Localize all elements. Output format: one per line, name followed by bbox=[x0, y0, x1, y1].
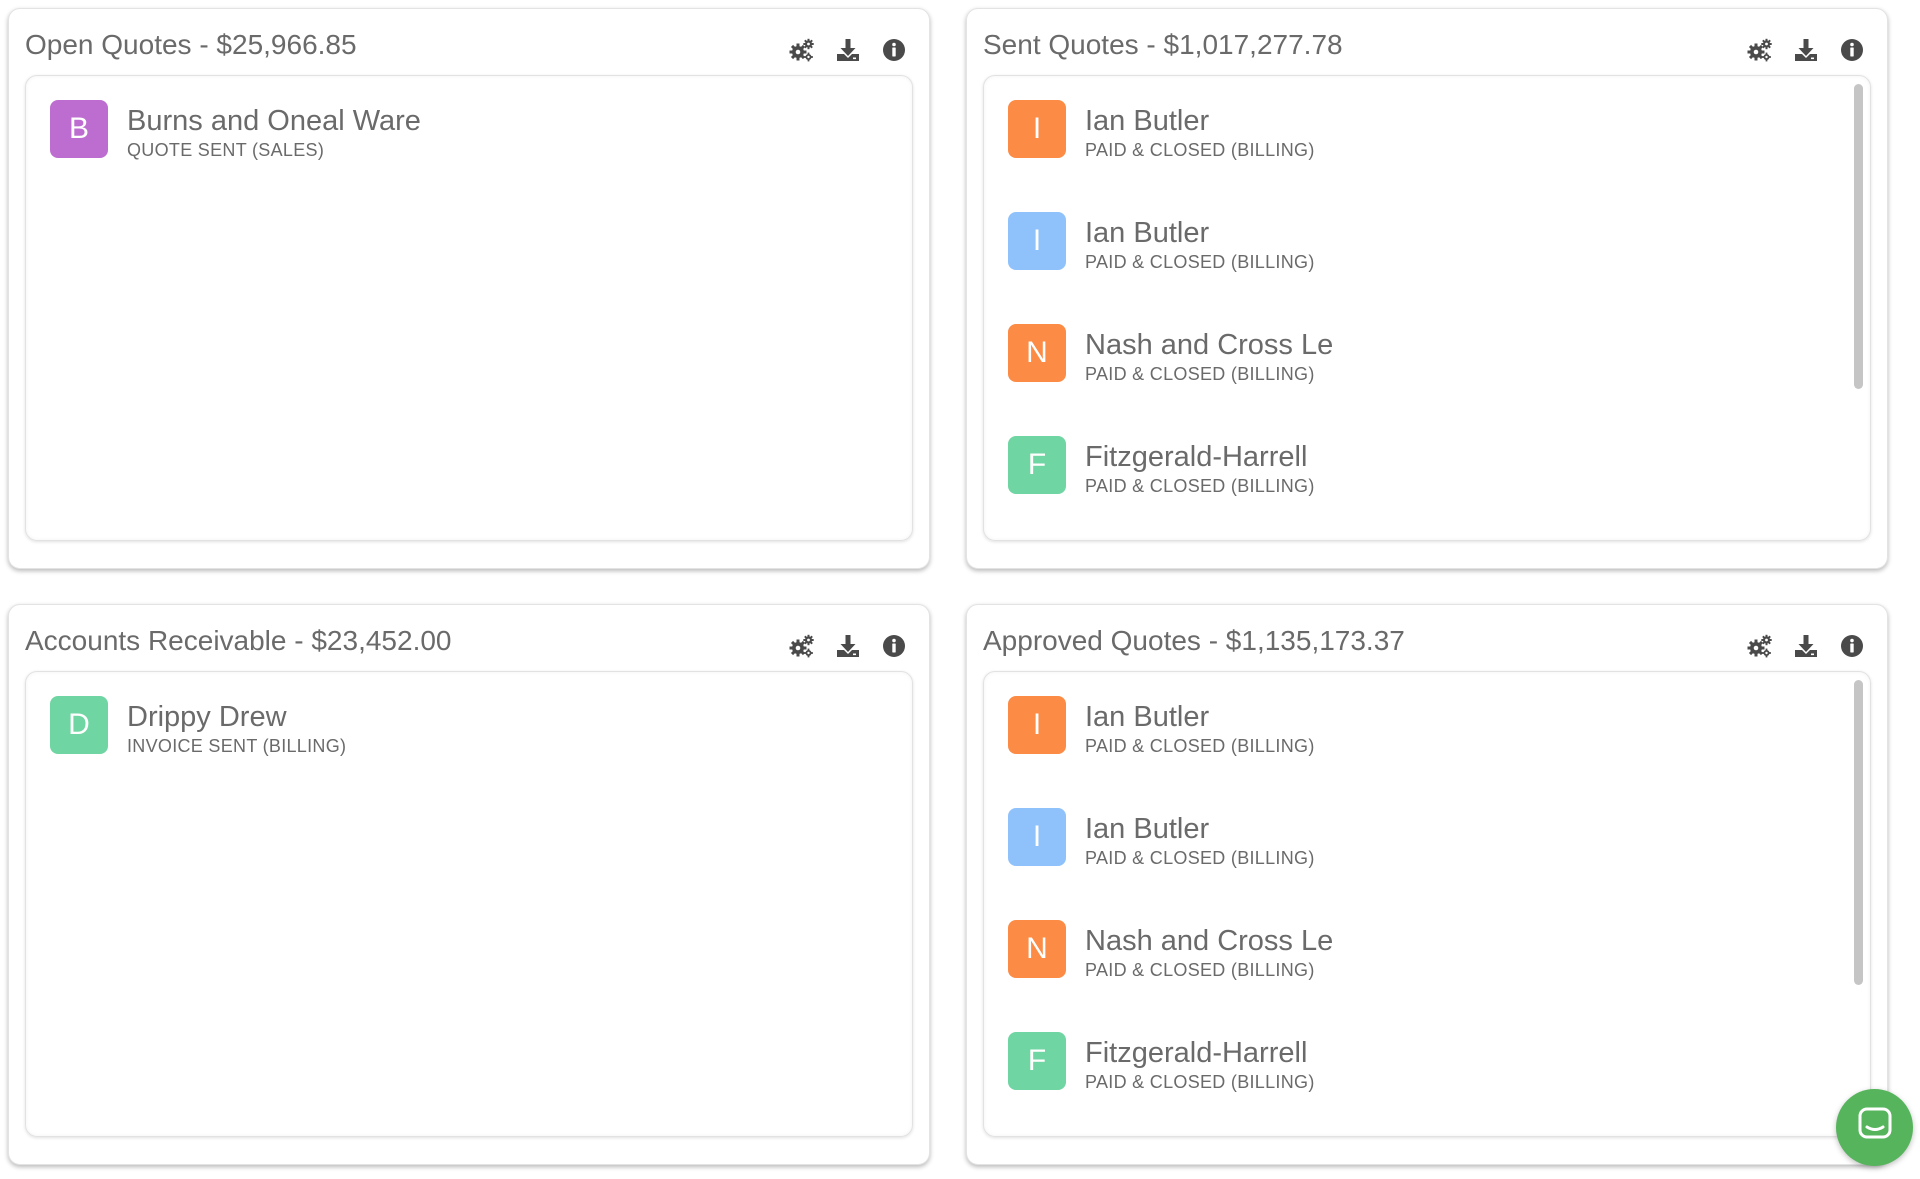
chat-icon bbox=[1855, 1105, 1895, 1150]
status-label: PAID & CLOSED (BILLING) bbox=[1085, 960, 1315, 980]
gears-icon[interactable] bbox=[1747, 633, 1773, 659]
avatar: B bbox=[50, 100, 108, 158]
quote-list: I Ian Butler PAID & CLOSED (BILLING) I I… bbox=[1008, 696, 1840, 1136]
gears-icon[interactable] bbox=[1747, 37, 1773, 63]
panel-header: Sent Quotes - $1,017,277.78 bbox=[983, 9, 1871, 75]
list-item[interactable]: I Ian Butler PAID & CLOSED (BILLING) bbox=[1008, 100, 1840, 212]
list-item-text: Ian Butler PAID & CLOSED (BILLING) bbox=[1085, 212, 1315, 274]
panel-tools bbox=[789, 633, 907, 659]
status-label: PAID & CLOSED (BILLING) bbox=[1085, 476, 1315, 496]
client-name: Ian Butler bbox=[1085, 701, 1210, 733]
panel-tools bbox=[789, 37, 907, 63]
panel-tools bbox=[1747, 633, 1865, 659]
gears-icon[interactable] bbox=[789, 633, 815, 659]
panel-list-box: I Ian Butler PAID & CLOSED (BILLING) I I… bbox=[983, 75, 1871, 541]
list-item[interactable]: I Ian Butler PAID & CLOSED (BILLING) bbox=[1008, 212, 1840, 324]
client-name: Fitzgerald-Harrell bbox=[1085, 441, 1308, 473]
quote-list: B Burns and Oneal Ware QUOTE SENT (SALES… bbox=[50, 100, 882, 212]
client-name: Burns and Oneal Ware bbox=[127, 105, 421, 137]
client-name: Ian Butler bbox=[1085, 105, 1210, 137]
client-name: Ian Butler bbox=[1085, 813, 1210, 845]
panel-header: Approved Quotes - $1,135,173.37 bbox=[983, 605, 1871, 671]
list-item[interactable]: N Nash and Cross Le PAID & CLOSED (BILLI… bbox=[1008, 920, 1840, 1032]
list-item-text: Nash and Cross Le PAID & CLOSED (BILLING… bbox=[1085, 920, 1333, 982]
client-name: Ian Butler bbox=[1085, 217, 1210, 249]
status-label: PAID & CLOSED (BILLING) bbox=[1085, 736, 1315, 756]
info-icon[interactable] bbox=[881, 633, 907, 659]
avatar: F bbox=[1008, 1032, 1066, 1090]
avatar: D bbox=[50, 696, 108, 754]
status-label: QUOTE SENT (SALES) bbox=[127, 140, 325, 160]
quote-list: I Ian Butler PAID & CLOSED (BILLING) I I… bbox=[1008, 100, 1840, 540]
invoice-list: D Drippy Drew INVOICE SENT (BILLING) bbox=[50, 696, 882, 808]
status-label: INVOICE SENT (BILLING) bbox=[127, 736, 347, 756]
panel-title: Sent Quotes - $1,017,277.78 bbox=[983, 29, 1343, 60]
list-item-text: Fitzgerald-Harrell PAID & CLOSED (BILLIN… bbox=[1085, 1032, 1315, 1094]
panel-tools bbox=[1747, 37, 1865, 63]
avatar: F bbox=[1008, 436, 1066, 494]
list-item[interactable]: D Drippy Drew INVOICE SENT (BILLING) bbox=[50, 696, 882, 808]
download-icon[interactable] bbox=[835, 633, 861, 659]
list-item[interactable]: B Burns and Oneal Ware QUOTE SENT (SALES… bbox=[50, 100, 882, 212]
status-label: PAID & CLOSED (BILLING) bbox=[1085, 252, 1315, 272]
download-icon[interactable] bbox=[1793, 633, 1819, 659]
list-item[interactable]: N Nash and Cross Le PAID & CLOSED (BILLI… bbox=[1008, 324, 1840, 436]
panel-sent-quotes: Sent Quotes - $1,017,277.78 I Ian Butler… bbox=[966, 8, 1888, 569]
list-item-text: Ian Butler PAID & CLOSED (BILLING) bbox=[1085, 808, 1315, 870]
status-label: PAID & CLOSED (BILLING) bbox=[1085, 848, 1315, 868]
info-icon[interactable] bbox=[1839, 633, 1865, 659]
scrollbar-thumb[interactable] bbox=[1854, 84, 1863, 389]
list-item[interactable]: F Fitzgerald-Harrell PAID & CLOSED (BILL… bbox=[1008, 436, 1840, 540]
list-item-text: Burns and Oneal Ware QUOTE SENT (SALES) bbox=[127, 100, 421, 162]
panel-open-quotes: Open Quotes - $25,966.85 B Burns and One… bbox=[8, 8, 930, 569]
avatar: I bbox=[1008, 696, 1066, 754]
avatar: I bbox=[1008, 808, 1066, 866]
panel-title: Open Quotes - $25,966.85 bbox=[25, 29, 357, 60]
panel-list-box: B Burns and Oneal Ware QUOTE SENT (SALES… bbox=[25, 75, 913, 541]
status-label: PAID & CLOSED (BILLING) bbox=[1085, 140, 1315, 160]
client-name: Nash and Cross Le bbox=[1085, 925, 1334, 957]
status-label: PAID & CLOSED (BILLING) bbox=[1085, 1072, 1315, 1092]
list-item-text: Ian Butler PAID & CLOSED (BILLING) bbox=[1085, 696, 1315, 758]
panel-list-box: I Ian Butler PAID & CLOSED (BILLING) I I… bbox=[983, 671, 1871, 1137]
info-icon[interactable] bbox=[1839, 37, 1865, 63]
avatar: I bbox=[1008, 212, 1066, 270]
list-item-text: Fitzgerald-Harrell PAID & CLOSED (BILLIN… bbox=[1085, 436, 1315, 498]
avatar: I bbox=[1008, 100, 1066, 158]
panel-accounts-receivable: Accounts Receivable - $23,452.00 D Dripp… bbox=[8, 604, 930, 1165]
panel-title: Accounts Receivable - $23,452.00 bbox=[25, 625, 452, 656]
scrollbar-thumb[interactable] bbox=[1854, 680, 1863, 985]
list-item-text: Nash and Cross Le PAID & CLOSED (BILLING… bbox=[1085, 324, 1333, 386]
client-name: Fitzgerald-Harrell bbox=[1085, 1037, 1308, 1069]
gears-icon[interactable] bbox=[789, 37, 815, 63]
panel-title: Approved Quotes - $1,135,173.37 bbox=[983, 625, 1405, 656]
list-item-text: Drippy Drew INVOICE SENT (BILLING) bbox=[127, 696, 346, 758]
info-icon[interactable] bbox=[881, 37, 907, 63]
client-name: Nash and Cross Le bbox=[1085, 329, 1334, 361]
panel-approved-quotes: Approved Quotes - $1,135,173.37 I Ian Bu… bbox=[966, 604, 1888, 1165]
download-icon[interactable] bbox=[835, 37, 861, 63]
list-item-text: Ian Butler PAID & CLOSED (BILLING) bbox=[1085, 100, 1315, 162]
list-item[interactable]: I Ian Butler PAID & CLOSED (BILLING) bbox=[1008, 808, 1840, 920]
client-name: Drippy Drew bbox=[127, 701, 287, 733]
panel-list-box: D Drippy Drew INVOICE SENT (BILLING) bbox=[25, 671, 913, 1137]
avatar: N bbox=[1008, 324, 1066, 382]
panel-header: Accounts Receivable - $23,452.00 bbox=[25, 605, 913, 671]
list-item[interactable]: F Fitzgerald-Harrell PAID & CLOSED (BILL… bbox=[1008, 1032, 1840, 1136]
chat-button[interactable] bbox=[1836, 1089, 1913, 1166]
list-item[interactable]: I Ian Butler PAID & CLOSED (BILLING) bbox=[1008, 696, 1840, 808]
status-label: PAID & CLOSED (BILLING) bbox=[1085, 364, 1315, 384]
panel-header: Open Quotes - $25,966.85 bbox=[25, 9, 913, 75]
avatar: N bbox=[1008, 920, 1066, 978]
download-icon[interactable] bbox=[1793, 37, 1819, 63]
